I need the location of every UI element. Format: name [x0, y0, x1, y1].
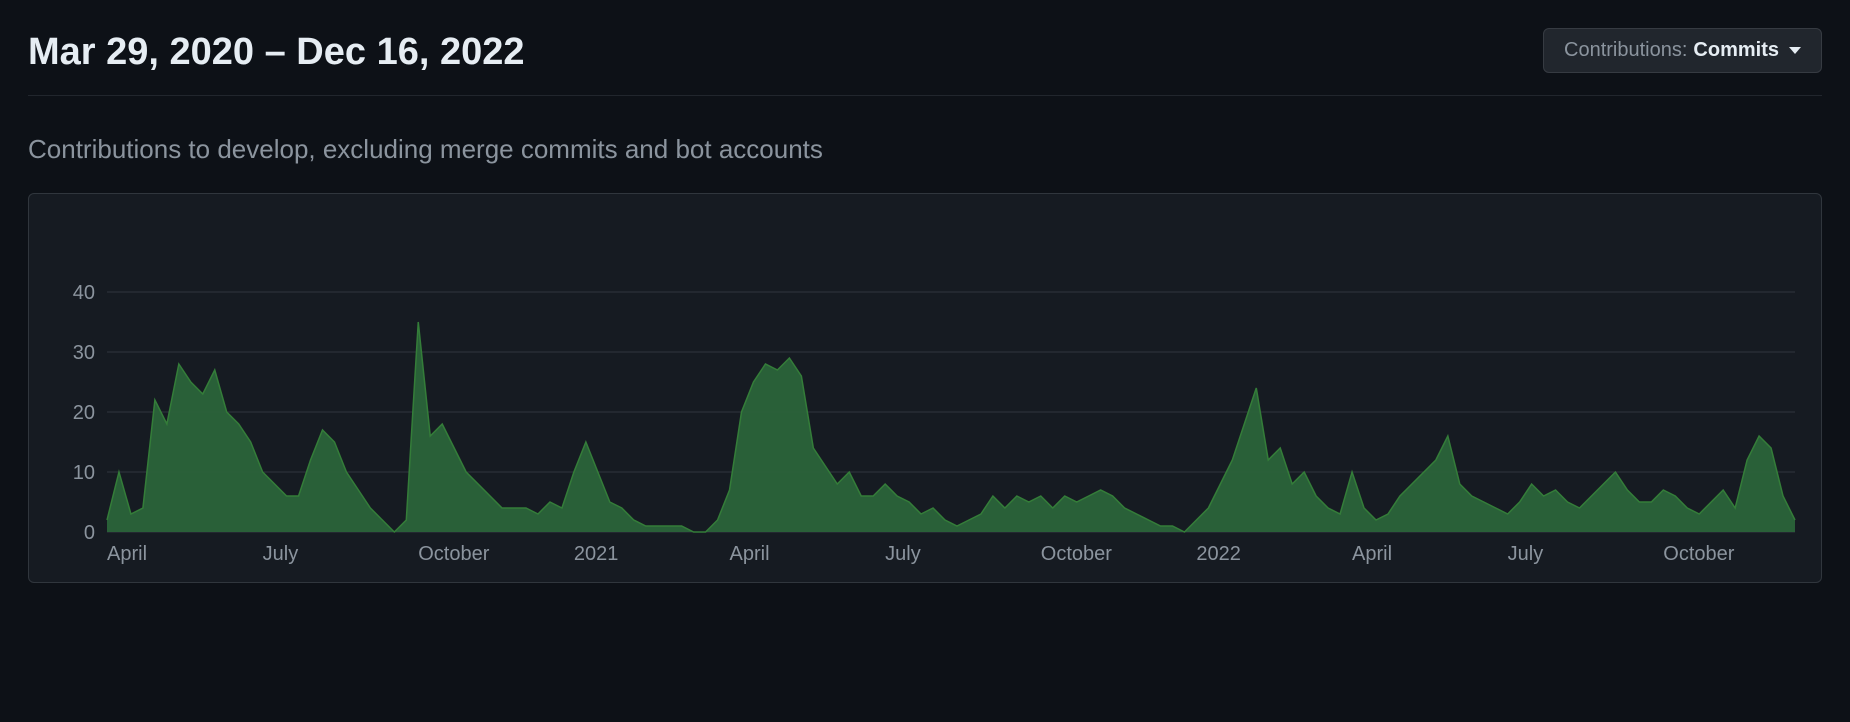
dropdown-label: Contributions:	[1564, 39, 1687, 62]
y-tick-label: 40	[73, 282, 95, 304]
x-tick-label: July	[885, 543, 921, 565]
x-tick-label: 2022	[1196, 543, 1241, 565]
contributions-dropdown[interactable]: Contributions: Commits	[1543, 28, 1822, 73]
area-chart-svg: 0 10 20 30 40 April July October 2021 April July Oc…	[47, 212, 1801, 572]
contributions-chart: 0 10 20 30 40 April July October 2021 April July Oc…	[28, 193, 1822, 583]
divider	[28, 95, 1822, 96]
x-tick-label: April	[730, 543, 770, 565]
x-tick-label: April	[107, 543, 147, 565]
x-tick-label: July	[263, 543, 299, 565]
x-tick-label: April	[1352, 543, 1392, 565]
x-tick-label: October	[1041, 543, 1112, 565]
y-tick-label: 10	[73, 462, 95, 484]
date-range-title: Mar 29, 2020 – Dec 16, 2022	[28, 28, 525, 77]
y-tick-label: 0	[84, 522, 95, 544]
x-tick-label: October	[418, 543, 489, 565]
dropdown-value: Commits	[1693, 39, 1779, 62]
x-tick-label: 2021	[574, 543, 619, 565]
caret-down-icon	[1789, 47, 1801, 54]
x-tick-label: July	[1508, 543, 1544, 565]
area-fill	[107, 322, 1795, 532]
chart-subtitle: Contributions to develop, excluding merg…	[28, 134, 1822, 165]
y-tick-label: 30	[73, 342, 95, 364]
y-tick-label: 20	[73, 402, 95, 424]
x-tick-label: October	[1663, 543, 1734, 565]
